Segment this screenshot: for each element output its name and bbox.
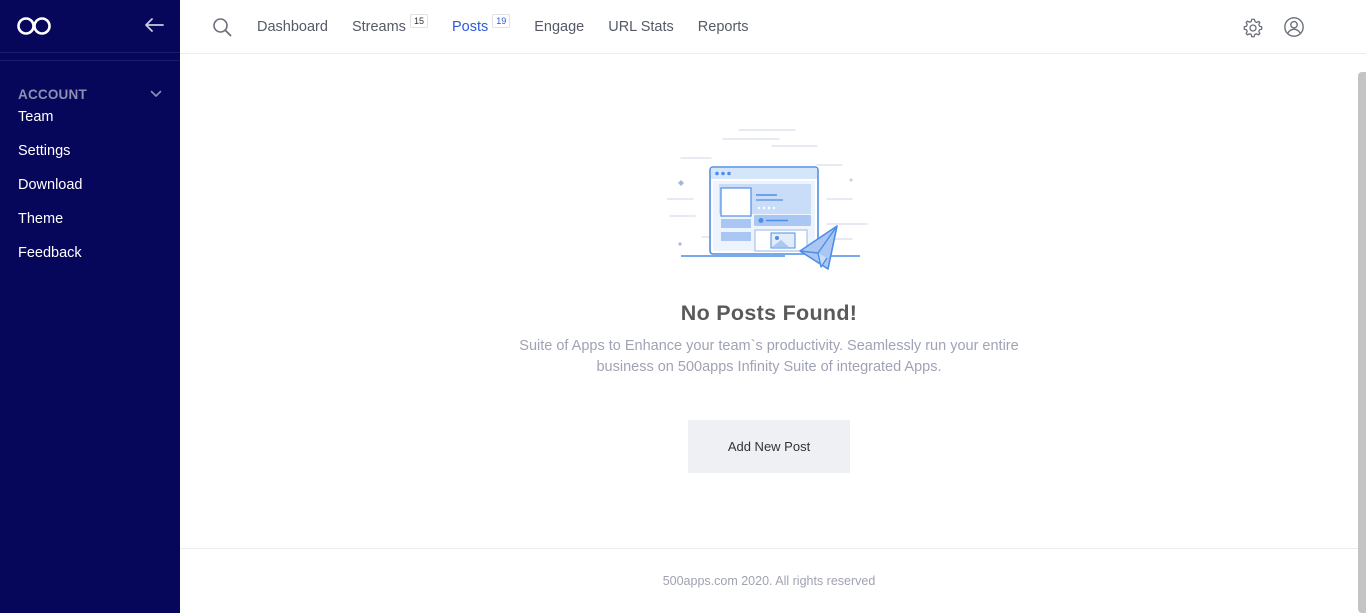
sidebar-item-feedback[interactable]: Feedback [0, 236, 180, 270]
empty-state-title: No Posts Found! [680, 301, 858, 325]
empty-state-description: Suite of Apps to Enhance your team`s pro… [519, 338, 1019, 375]
nav-reports[interactable]: Reports [698, 19, 749, 35]
search-icon[interactable] [212, 17, 232, 37]
sidebar-section-account: ACCOUNT Team Settings Download Theme Fee… [0, 60, 180, 270]
nav-streams-label: Streams [351, 19, 406, 35]
user-circle-icon[interactable] [1283, 16, 1305, 38]
sidebar-item-team[interactable]: Team [0, 100, 180, 134]
posts-content: No Posts Found! Suite of Apps to Enhance… [180, 54, 1358, 548]
nav-posts[interactable]: Posts 19 [451, 14, 511, 35]
sidebar-item-theme[interactable]: Theme [0, 202, 180, 236]
nav-engage[interactable]: Engage [534, 19, 584, 35]
posts-count-badge: 19 [492, 14, 511, 28]
sidebar-item-download[interactable]: Download [0, 168, 180, 202]
chevron-down-icon [150, 90, 162, 97]
sidebar: ACCOUNT Team Settings Download Theme Fee… [0, 0, 180, 613]
add-new-post-button[interactable]: Add New Post [688, 420, 850, 473]
nav-posts-label: Posts [451, 19, 489, 35]
nav-url-stats[interactable]: URL Stats [608, 19, 674, 35]
page-scrollbar[interactable] [1358, 72, 1366, 613]
sidebar-menu: Team Settings Download Theme Feedback [0, 100, 180, 270]
main-nav: Dashboard Streams 15 Posts 19 Engage URL S… [257, 0, 773, 54]
infinity-logo-icon[interactable] [16, 16, 52, 36]
sidebar-header [0, 0, 180, 53]
nav-streams[interactable]: Streams 15 [351, 14, 428, 35]
nav-url-stats-label: URL Stats [608, 19, 674, 35]
sidebar-item-settings[interactable]: Settings [0, 134, 180, 168]
nav-reports-label: Reports [697, 19, 749, 35]
browser-paper-plane-illustration [667, 129, 868, 270]
nav-engage-label: Engage [534, 19, 585, 35]
arrow-left-icon[interactable] [143, 15, 165, 35]
nav-dashboard[interactable]: Dashboard [257, 19, 328, 35]
top-navbar: Dashboard Streams 15 Posts 19 Engage URL S… [180, 0, 1366, 54]
nav-dashboard-label: Dashboard [257, 19, 328, 35]
streams-count-badge: 15 [409, 14, 428, 28]
gear-icon[interactable] [1242, 17, 1264, 39]
footer: 500apps.com 2020. All rights reserved [180, 548, 1358, 613]
footer-copyright: 500apps.com 2020. All rights reserved [662, 574, 876, 588]
